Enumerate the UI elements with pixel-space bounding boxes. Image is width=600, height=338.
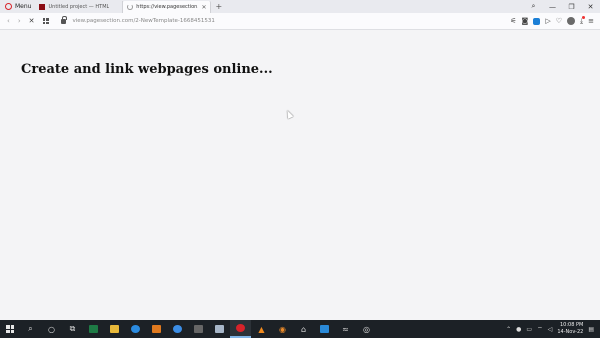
screen: Menu Untitled project — HTML https://vie… <box>0 0 600 338</box>
address-bar: ‹ › ✕ view.pagesection.com/2-NewTemplate… <box>0 13 600 30</box>
system-tray: ⌃ ● ▭ ⌔ ◁ 10:08 PM 14-Nov-22 ▤ <box>506 322 600 336</box>
tab-label: https://view.pagesection.c <box>136 4 199 10</box>
back-icon[interactable]: ‹ <box>7 17 10 25</box>
start-button[interactable] <box>0 320 20 338</box>
camera-icon[interactable]: ◙ <box>522 17 529 25</box>
heart-icon[interactable]: ♡ <box>556 17 562 25</box>
tabs-grid-icon[interactable] <box>42 18 49 24</box>
forward-icon[interactable]: › <box>18 17 21 25</box>
chrome-icon[interactable] <box>167 320 188 338</box>
microphone-icon[interactable]: ● <box>516 326 521 333</box>
notifications-icon[interactable]: ▤ <box>588 326 594 333</box>
task-view-icon[interactable]: ⧉ <box>62 320 83 338</box>
photos-icon[interactable] <box>209 320 230 338</box>
opera-menu-button[interactable]: Menu <box>0 0 35 13</box>
blender-icon[interactable]: ◉ <box>272 320 293 338</box>
loading-spinner-icon <box>127 4 134 10</box>
opera-taskbar-icon[interactable] <box>230 320 251 338</box>
file-explorer-icon[interactable] <box>104 320 125 338</box>
profile-avatar-icon[interactable] <box>567 17 576 25</box>
navigation-controls: ‹ › ✕ <box>0 17 49 25</box>
tab-close-icon[interactable]: ✕ <box>201 4 206 11</box>
mouse-cursor-icon <box>284 109 294 119</box>
taskbar: ⌕ ○ ⧉ ▲ ◉ ⌂ ≈ ◎ ⌃ ● ▭ ⌔ ◁ 10:08 PM 14-No… <box>0 320 600 338</box>
restore-button[interactable]: ❐ <box>562 3 581 11</box>
url-path: /2-NewTemplate-1668451531 <box>133 18 215 24</box>
edge-icon[interactable] <box>125 320 146 338</box>
url-field[interactable]: view.pagesection.com/2-NewTemplate-16684… <box>73 18 215 24</box>
tab-favicon-icon <box>39 4 46 10</box>
tab-bar: Menu Untitled project — HTML https://vie… <box>0 0 600 13</box>
easy-setup-icon[interactable]: ⚟ <box>510 17 516 25</box>
calculator-icon[interactable] <box>188 320 209 338</box>
vlc-icon[interactable]: ▲ <box>251 320 272 338</box>
excel-icon[interactable] <box>83 320 104 338</box>
new-tab-button[interactable]: + <box>211 1 226 13</box>
toolbar-icons: ⚟ ◙ ▷ ♡ ⤓ ≡ <box>510 15 600 26</box>
tab-label: Untitled project — HTML <box>48 4 110 10</box>
tray-chevron-icon[interactable]: ⌃ <box>506 326 511 333</box>
close-button[interactable]: ✕ <box>581 3 600 11</box>
cortana-icon[interactable]: ○ <box>41 320 62 338</box>
url-host: view.pagesection.com <box>72 18 134 24</box>
tab-search-icon[interactable]: ⌕ <box>524 2 543 11</box>
tab-pagesection[interactable]: https://view.pagesection.c ✕ <box>123 1 212 13</box>
stop-loading-icon[interactable]: ✕ <box>29 17 35 25</box>
minimize-button[interactable]: — <box>543 3 562 11</box>
page-heading: Create and link webpages online... <box>21 62 273 77</box>
clock-time: 10:08 PM <box>560 322 584 328</box>
send-icon[interactable]: ▷ <box>545 17 550 25</box>
page-viewport: Create and link webpages online... <box>0 31 600 320</box>
obs-icon[interactable]: ◎ <box>356 320 377 338</box>
window-controls: ⌕ — ❐ ✕ <box>524 0 600 13</box>
vpn-icon[interactable] <box>533 17 541 25</box>
clock-date: 14-Nov-22 <box>557 329 584 335</box>
download-icon[interactable]: ⤓ <box>580 15 586 26</box>
windows-logo-icon <box>6 325 14 333</box>
inkscape-icon[interactable]: ⌂ <box>293 320 314 338</box>
search-icon[interactable]: ⌕ <box>20 320 41 338</box>
vscode-icon[interactable] <box>314 320 335 338</box>
clock[interactable]: 10:08 PM 14-Nov-22 <box>557 322 583 336</box>
menu-lines-icon[interactable]: ≡ <box>588 17 594 25</box>
volume-icon[interactable]: ◁ <box>548 326 553 333</box>
app-icon[interactable]: ≈ <box>335 320 356 338</box>
tab-untitled-project[interactable]: Untitled project — HTML <box>35 1 124 13</box>
opera-logo-icon <box>5 3 12 10</box>
lock-icon[interactable] <box>60 15 67 24</box>
battery-icon[interactable]: ▭ <box>526 326 532 333</box>
menu-label: Menu <box>15 3 32 10</box>
network-icon[interactable]: ⌔ <box>537 325 543 333</box>
sublime-icon[interactable] <box>146 320 167 338</box>
